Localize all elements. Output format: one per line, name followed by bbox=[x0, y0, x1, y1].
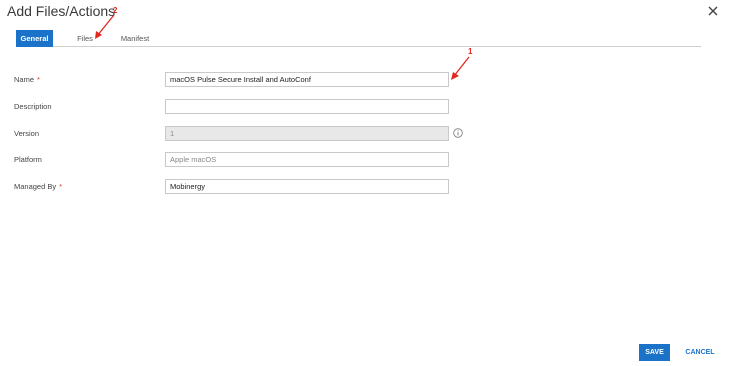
required-mark: * bbox=[59, 182, 63, 191]
required-mark: * bbox=[37, 75, 40, 84]
annotation-number-2: 2 bbox=[113, 6, 118, 15]
close-icon[interactable] bbox=[704, 2, 722, 20]
version-input: 1 bbox=[165, 126, 449, 141]
version-label: Version bbox=[14, 129, 40, 138]
tab-general[interactable]: General bbox=[16, 30, 53, 47]
info-icon[interactable] bbox=[453, 128, 463, 138]
description-input[interactable] bbox=[165, 99, 449, 114]
name-label-text: Name bbox=[14, 75, 35, 84]
tab-files[interactable]: Files bbox=[71, 30, 99, 47]
platform-input: Apple macOS bbox=[165, 152, 449, 167]
managed-by-input[interactable]: Mobinergy bbox=[165, 179, 449, 194]
managed-by-label: Managed By * bbox=[14, 182, 62, 191]
name-input[interactable]: macOS Pulse Secure Install and AutoConf bbox=[165, 72, 449, 87]
managed-by-label-text: Managed By bbox=[14, 182, 57, 191]
tab-bar: General Files Manifest bbox=[16, 30, 701, 47]
name-label: Name * bbox=[14, 75, 40, 84]
annotation-number-1: 1 bbox=[468, 47, 473, 56]
tab-manifest[interactable]: Manifest bbox=[115, 30, 155, 47]
save-button[interactable]: SAVE bbox=[639, 344, 670, 361]
annotation-arrow-1 bbox=[451, 56, 470, 80]
description-label: Description bbox=[14, 102, 52, 111]
platform-label: Platform bbox=[14, 155, 42, 164]
dialog-title: Add Files/Actions bbox=[7, 3, 116, 19]
cancel-button[interactable]: CANCEL bbox=[683, 344, 717, 361]
